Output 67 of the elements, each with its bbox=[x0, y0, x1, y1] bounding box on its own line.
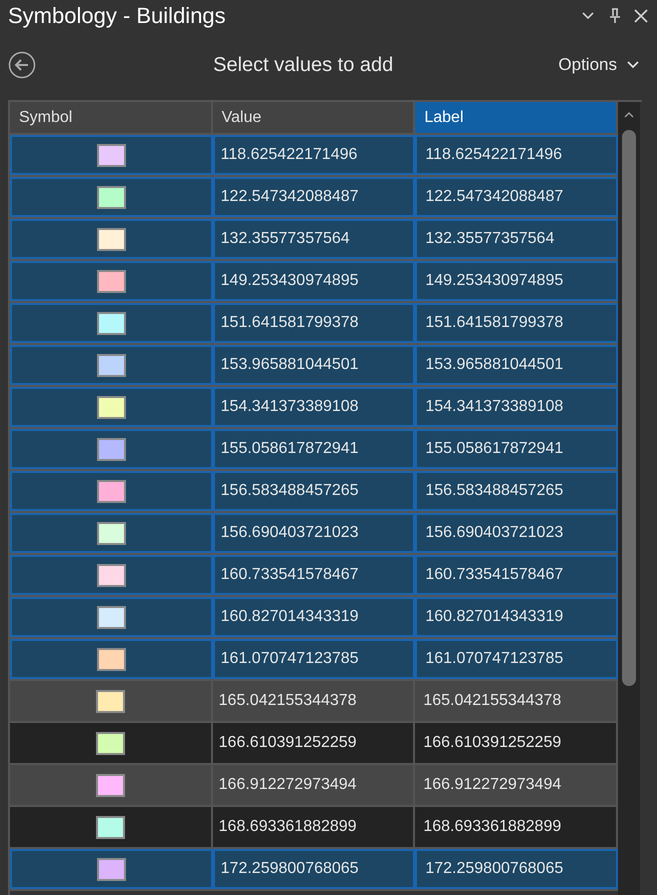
value-cell: 172.259800768065 bbox=[212, 849, 416, 889]
value-cell: 168.693361882899 bbox=[212, 807, 416, 847]
label-cell: 122.547342088487 bbox=[415, 177, 618, 217]
value-cell: 156.690403721023 bbox=[212, 513, 416, 553]
label-cell: 161.070747123785 bbox=[415, 639, 618, 679]
table-row[interactable]: 122.547342088487 122.547342088487 bbox=[10, 177, 618, 219]
value-cell: 155.058617872941 bbox=[212, 429, 416, 469]
table-row[interactable]: 156.583488457265 156.583488457265 bbox=[10, 471, 618, 513]
label-cell: 151.641581799378 bbox=[415, 303, 618, 343]
close-icon[interactable] bbox=[633, 8, 649, 24]
table-row[interactable]: 118.625422171496 118.625422171496 bbox=[10, 135, 618, 177]
label-cell: 155.058617872941 bbox=[415, 429, 618, 469]
label-cell: 156.583488457265 bbox=[415, 471, 618, 511]
caret-down-icon[interactable] bbox=[581, 10, 595, 20]
table-row[interactable]: 155.058617872941 155.058617872941 bbox=[10, 429, 618, 471]
table-row[interactable]: 165.042155344378 165.042155344378 bbox=[10, 681, 618, 723]
column-header[interactable]: Value bbox=[212, 102, 416, 133]
scroll-up-icon[interactable] bbox=[624, 112, 634, 118]
label-cell: 166.610391252259 bbox=[415, 723, 618, 763]
label-cell: 153.965881044501 bbox=[415, 345, 618, 385]
value-cell: 166.610391252259 bbox=[212, 723, 416, 763]
label-cell: 160.827014343319 bbox=[415, 597, 618, 637]
value-cell: 153.965881044501 bbox=[212, 345, 416, 385]
value-cell: 160.733541578467 bbox=[212, 555, 416, 595]
label-cell: 172.259800768065 bbox=[415, 849, 618, 889]
scrollbar[interactable] bbox=[618, 102, 640, 895]
value-cell: 156.583488457265 bbox=[212, 471, 416, 511]
caret-down-icon bbox=[627, 61, 639, 69]
value-cell: 132.35577357564 bbox=[212, 219, 416, 259]
table-row[interactable]: 154.341373389108 154.341373389108 bbox=[10, 387, 618, 429]
value-cell: 160.827014343319 bbox=[212, 597, 416, 637]
table-row[interactable]: 168.693361882899 168.693361882899 bbox=[10, 807, 618, 849]
table-row[interactable]: 153.965881044501 153.965881044501 bbox=[10, 345, 618, 387]
table-row[interactable]: 166.912272973494 166.912272973494 bbox=[10, 765, 618, 807]
label-cell: 132.35577357564 bbox=[415, 219, 618, 259]
column-header[interactable]: Symbol bbox=[10, 102, 213, 133]
label-cell: 156.690403721023 bbox=[415, 513, 618, 553]
value-cell: 151.641581799378 bbox=[212, 303, 416, 343]
label-cell: 168.693361882899 bbox=[415, 807, 618, 847]
value-cell: 166.912272973494 bbox=[212, 765, 416, 805]
table-row[interactable]: 160.733541578467 160.733541578467 bbox=[10, 555, 618, 597]
table-row[interactable]: 161.070747123785 161.070747123785 bbox=[10, 639, 618, 681]
table-row[interactable]: 132.35577357564 132.35577357564 bbox=[10, 219, 618, 261]
label-cell: 118.625422171496 bbox=[415, 135, 618, 175]
label-cell: 149.253430974895 bbox=[415, 261, 618, 301]
value-cell: 154.341373389108 bbox=[212, 387, 416, 427]
window-title: Symbology - Buildings bbox=[8, 4, 226, 26]
value-cell: 118.625422171496 bbox=[212, 135, 416, 175]
pin-icon[interactable] bbox=[609, 8, 621, 24]
table-row[interactable]: 160.827014343319 160.827014343319 bbox=[10, 597, 618, 639]
label-cell: 165.042155344378 bbox=[415, 681, 618, 721]
table-row[interactable]: 156.690403721023 156.690403721023 bbox=[10, 513, 618, 555]
table-row[interactable]: 172.259800768065 172.259800768065 bbox=[10, 849, 618, 891]
label-cell: 160.733541578467 bbox=[415, 555, 618, 595]
value-cell: 149.253430974895 bbox=[212, 261, 416, 301]
value-cell: 165.042155344378 bbox=[212, 681, 416, 721]
label-cell: 154.341373389108 bbox=[415, 387, 618, 427]
table-row[interactable]: 151.641581799378 151.641581799378 bbox=[10, 303, 618, 345]
page-heading: Select values to add bbox=[213, 53, 394, 78]
value-cell: 161.070747123785 bbox=[212, 639, 416, 679]
label-cell: 166.912272973494 bbox=[415, 765, 618, 805]
scrollbar-thumb[interactable] bbox=[622, 130, 636, 686]
table-row[interactable]: 149.253430974895 149.253430974895 bbox=[10, 261, 618, 303]
column-header[interactable]: Label bbox=[415, 102, 618, 133]
table-row[interactable]: 166.610391252259 166.610391252259 bbox=[10, 723, 618, 765]
value-cell: 122.547342088487 bbox=[212, 177, 416, 217]
options-dropdown[interactable]: Options bbox=[558, 52, 639, 78]
